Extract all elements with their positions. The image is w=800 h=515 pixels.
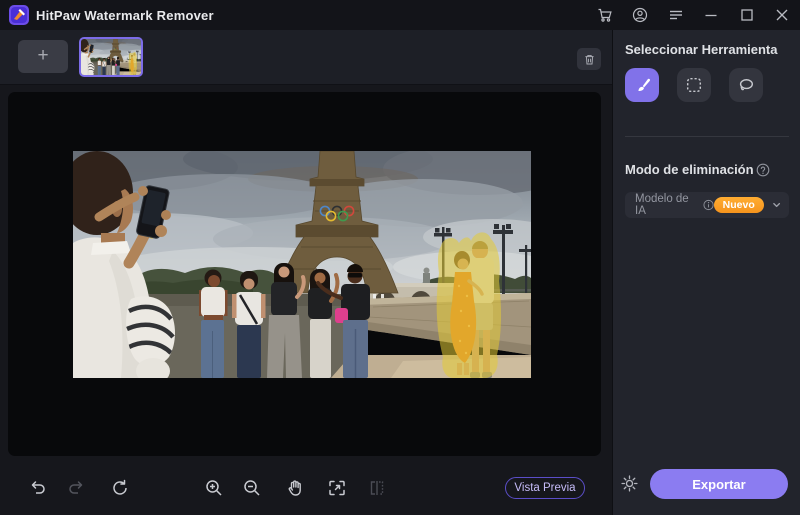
lasso-tool-button[interactable] bbox=[729, 68, 763, 102]
reset-icon[interactable] bbox=[111, 479, 129, 497]
redo-icon[interactable] bbox=[67, 479, 85, 497]
select-tool-title: Seleccionar Herramienta bbox=[625, 42, 777, 57]
zoom-out-icon[interactable] bbox=[243, 479, 261, 497]
preview-button[interactable]: Vista Previa bbox=[505, 477, 585, 499]
chevron-down-icon[interactable] bbox=[772, 200, 781, 210]
delete-image-button[interactable] bbox=[577, 48, 601, 70]
info-icon[interactable] bbox=[703, 199, 714, 211]
app-logo-icon bbox=[9, 5, 29, 25]
removal-mode-title: Modo de eliminación bbox=[625, 162, 754, 177]
account-icon[interactable] bbox=[632, 7, 648, 23]
minimize-icon[interactable] bbox=[703, 7, 719, 23]
editor-canvas[interactable] bbox=[8, 92, 601, 456]
photo-image[interactable] bbox=[73, 151, 531, 378]
help-icon[interactable] bbox=[756, 163, 770, 177]
ai-model-dropdown[interactable]: Modelo de IA Nuevo bbox=[625, 192, 789, 218]
brush-tool-button[interactable] bbox=[625, 68, 659, 102]
settings-gear-icon[interactable] bbox=[620, 474, 639, 493]
app-title: HitPaw Watermark Remover bbox=[36, 8, 214, 23]
work-area: Vista Previa bbox=[0, 86, 612, 515]
zoom-in-icon[interactable] bbox=[205, 479, 223, 497]
brush-icon bbox=[633, 76, 651, 94]
compare-icon[interactable] bbox=[368, 479, 386, 497]
close-icon[interactable] bbox=[774, 7, 790, 23]
undo-icon[interactable] bbox=[29, 479, 47, 497]
export-button[interactable]: Exportar bbox=[650, 469, 788, 499]
thumbnail-bar: + bbox=[0, 30, 612, 85]
fit-screen-icon[interactable] bbox=[328, 479, 346, 497]
add-image-button[interactable]: + bbox=[18, 40, 68, 73]
rect-select-icon bbox=[685, 76, 703, 94]
hand-icon[interactable] bbox=[286, 479, 304, 497]
menu-icon[interactable] bbox=[668, 7, 684, 23]
trash-icon bbox=[583, 53, 596, 66]
divider bbox=[625, 136, 789, 137]
rect-select-tool-button[interactable] bbox=[677, 68, 711, 102]
thumbnail-image bbox=[81, 39, 141, 75]
titlebar: HitPaw Watermark Remover bbox=[0, 0, 800, 30]
image-thumbnail-selected[interactable] bbox=[79, 37, 143, 77]
maximize-icon[interactable] bbox=[739, 7, 755, 23]
lasso-icon bbox=[737, 76, 755, 94]
cart-icon[interactable] bbox=[597, 7, 613, 23]
sidebar: Seleccionar Herramienta Modo de eliminac… bbox=[612, 30, 800, 515]
ai-model-label: Modelo de IA bbox=[635, 193, 698, 217]
new-badge: Nuevo bbox=[714, 197, 764, 213]
